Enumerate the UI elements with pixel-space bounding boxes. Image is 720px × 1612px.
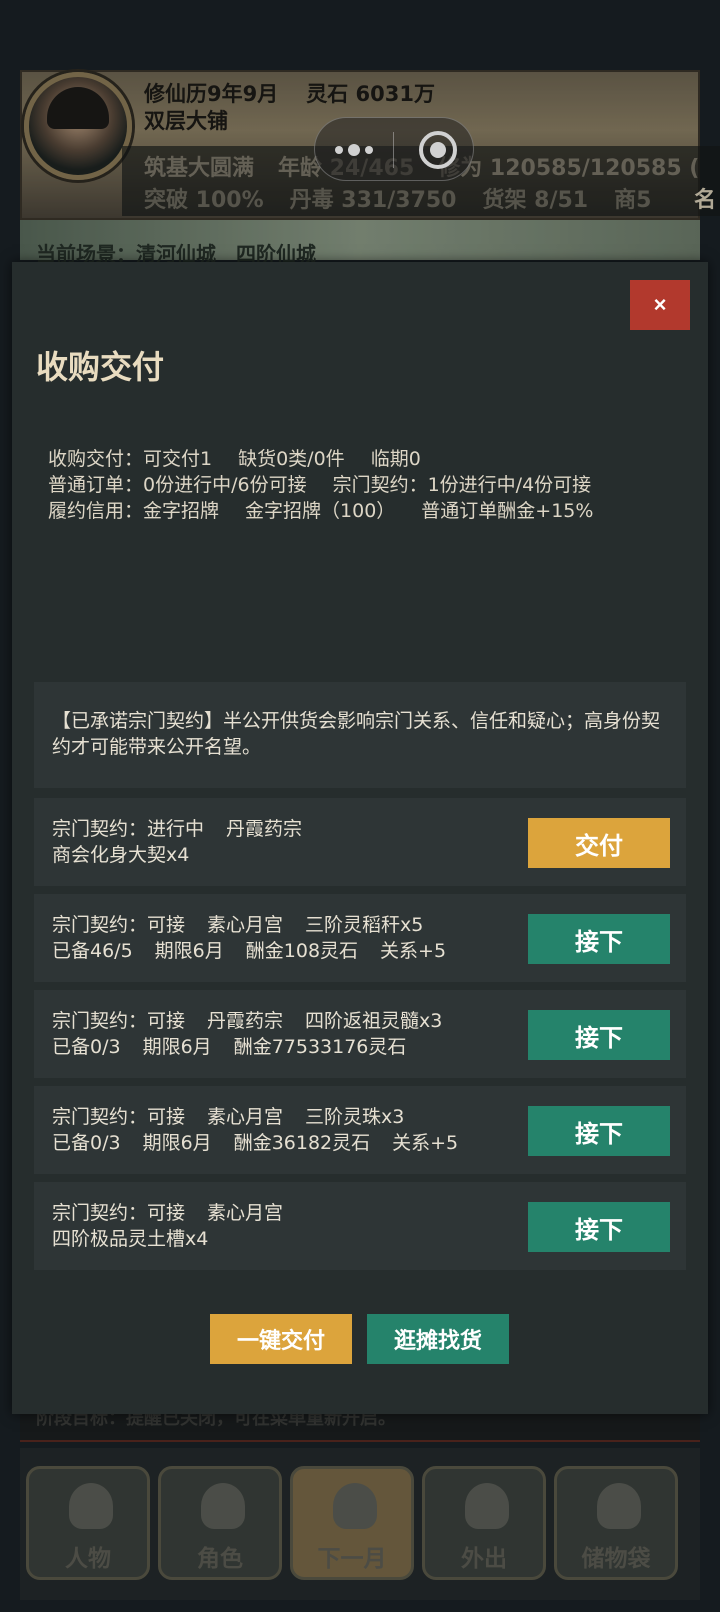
summary-sect-contracts: 宗门契约：1份进行中/4份可接 xyxy=(332,474,592,496)
accept-button[interactable]: 接下 xyxy=(528,1202,670,1252)
contract-info: 宗门契约：可接 素心月宫 三阶灵稻秆x5 已备46/5 期限6月 酬金108灵石 关系+5 xyxy=(52,912,468,964)
contract-deadline: 期限6月 xyxy=(142,1036,212,1058)
contract-item: 三阶灵珠x3 xyxy=(305,1106,405,1128)
summary-deliverable: 收购交付：可交付1 xyxy=(48,448,213,470)
contract-row: 宗门契约：可接 素心月宫 三阶灵稻秆x5 已备46/5 期限6月 酬金108灵石 关系+5… xyxy=(34,894,686,982)
contract-deadline: 期限6月 xyxy=(154,940,224,962)
contract-reward: 酬金77533176灵石 xyxy=(233,1036,407,1058)
contract-relation: 关系+5 xyxy=(392,1132,459,1154)
notice-text: 【已承诺宗门契约】半公开供货会影响宗门关系、信任和疑心；高身份契约才可能带来公开… xyxy=(52,710,661,758)
contract-row: 宗门契约：可接 素心月宫 四阶极品灵土槽x4 接下 xyxy=(34,1182,686,1270)
contract-prepared: 已备46/5 xyxy=(52,940,133,962)
contract-status: 宗门契约：可接 xyxy=(52,914,186,936)
accept-button[interactable]: 接下 xyxy=(528,1106,670,1156)
summary-expiring: 临期0 xyxy=(370,448,421,470)
summary-shortage: 缺货0类/0件 xyxy=(238,448,345,470)
accept-button[interactable]: 接下 xyxy=(528,1010,670,1060)
contract-notice: 【已承诺宗门契约】半公开供货会影响宗门关系、信任和疑心；高身份契约才可能带来公开… xyxy=(34,682,686,788)
contract-item: 商会化身大契x4 xyxy=(52,844,190,866)
accept-button[interactable]: 接下 xyxy=(528,914,670,964)
contract-row: 宗门契约：进行中 丹霞药宗 商会化身大契x4 交付 xyxy=(34,798,686,886)
contract-deadline: 期限6月 xyxy=(142,1132,212,1154)
contract-prepared: 已备0/3 xyxy=(52,1132,121,1154)
contract-sect: 素心月宫 xyxy=(207,1202,284,1224)
dialog-title: 收购交付 xyxy=(36,348,165,386)
contract-item: 三阶灵稻秆x5 xyxy=(305,914,424,936)
contract-reward: 酬金36182灵石 xyxy=(233,1132,371,1154)
contract-row: 宗门契约：可接 丹霞药宗 四阶返祖灵髓x3 已备0/3 期限6月 酬金77533176灵… xyxy=(34,990,686,1078)
delivery-summary: 收购交付：可交付1 缺货0类/0件 临期0 普通订单：0份进行中/6份可接 宗门契约：… xyxy=(48,446,619,524)
contract-item: 四阶返祖灵髓x3 xyxy=(305,1010,443,1032)
contract-status: 宗门契约：可接 xyxy=(52,1106,186,1128)
browse-stalls-button[interactable]: 逛摊找货 xyxy=(367,1314,509,1364)
contract-info: 宗门契约：可接 素心月宫 四阶极品灵土槽x4 xyxy=(52,1200,305,1252)
contract-info: 宗门契约：进行中 丹霞药宗 商会化身大契x4 xyxy=(52,816,324,868)
close-button[interactable]: × xyxy=(630,280,690,330)
contract-status: 宗门契约：可接 xyxy=(52,1202,186,1224)
summary-credit-score: 金字招牌（100） xyxy=(245,500,396,522)
contract-item: 四阶极品灵土槽x4 xyxy=(52,1228,209,1250)
contract-prepared: 已备0/3 xyxy=(52,1036,121,1058)
contract-status: 宗门契约：可接 xyxy=(52,1010,186,1032)
contract-relation: 关系+5 xyxy=(380,940,447,962)
contract-sect: 丹霞药宗 xyxy=(207,1010,284,1032)
deliver-button[interactable]: 交付 xyxy=(528,818,670,868)
contract-reward: 酬金108灵石 xyxy=(245,940,359,962)
summary-bonus: 普通订单酬金+15% xyxy=(421,500,594,522)
deliver-all-button[interactable]: 一键交付 xyxy=(210,1314,352,1364)
summary-credit: 履约信用：金字招牌 xyxy=(48,500,220,522)
contract-sect: 素心月宫 xyxy=(207,914,284,936)
contract-sect: 丹霞药宗 xyxy=(226,818,303,840)
contract-info: 宗门契约：可接 素心月宫 三阶灵珠x3 已备0/3 期限6月 酬金36182灵石 关系+5 xyxy=(52,1104,480,1156)
contract-info: 宗门契约：可接 丹霞药宗 四阶返祖灵髓x3 已备0/3 期限6月 酬金77533176灵… xyxy=(52,1008,464,1060)
contract-row: 宗门契约：可接 素心月宫 三阶灵珠x3 已备0/3 期限6月 酬金36182灵石 关系+5… xyxy=(34,1086,686,1174)
contract-status: 宗门契约：进行中 xyxy=(52,818,205,840)
summary-normal-orders: 普通订单：0份进行中/6份可接 xyxy=(48,474,307,496)
contract-sect: 素心月宫 xyxy=(207,1106,284,1128)
